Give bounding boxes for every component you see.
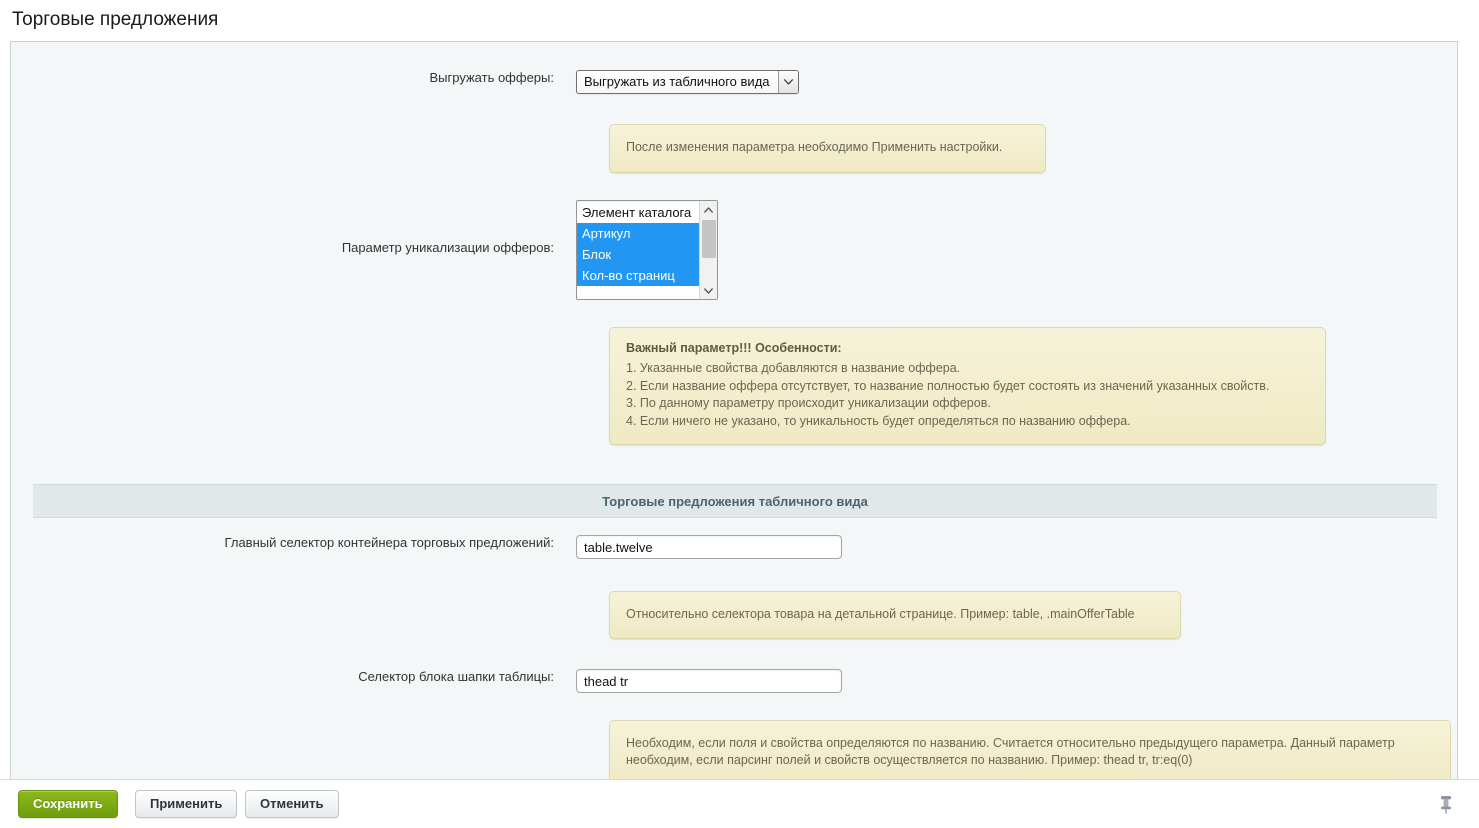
note-main-selector-hint: Относительно селектора товара на детальн… [609,591,1181,639]
unique-param-listbox[interactable]: Элемент каталога Артикул Блок Кол-во стр… [576,200,718,300]
field-row-head-selector: Селектор блока шапки таблицы: [11,669,1457,693]
save-button[interactable]: Сохранить [18,790,118,818]
note-important-parameter: Важный параметр!!! Особенности: 1. Указа… [609,327,1326,445]
label-main-selector: Главный селектор контейнера торговых пре… [224,535,554,550]
control-unique-param: Элемент каталога Артикул Блок Кол-во стр… [576,200,1457,300]
bottom-toolbar: Сохранить Применить Отменить [0,779,1479,828]
control-head-selector [576,669,1457,693]
note-important-item: 4. Если ничего не указано, то уникальнос… [626,413,1131,428]
control-offers-mode: Выгружать из табличного вида [576,70,1457,94]
chevron-down-icon[interactable] [777,71,798,93]
note-main-selector-text: Относительно селектора товара на детальн… [626,607,1135,621]
note-important-item: 3. По данному параметру происходит уника… [626,396,991,410]
note-apply-settings-text: После изменения параметра необходимо При… [626,140,1003,154]
cancel-button[interactable]: Отменить [245,790,339,818]
note-head-selector-hint: Необходим, если поля и свойства определя… [609,720,1451,779]
list-item[interactable]: Артикул [577,223,699,244]
control-main-selector [576,535,1457,559]
listbox-scrollbar[interactable] [699,201,717,299]
note-important-item: 1. Указанные свойства добавляются в назв… [626,361,961,375]
note-head-selector-text: Необходим, если поля и свойства определя… [626,736,1395,767]
note-apply-settings: После изменения параметра необходимо При… [609,124,1046,173]
head-selector-input[interactable] [576,669,842,693]
note-important-title: Важный параметр!!! Особенности: [626,341,842,355]
field-row-main-selector: Главный селектор контейнера торговых пре… [11,535,1457,559]
field-row-offers-mode: Выгружать офферы: Выгружать из табличног… [11,70,1457,94]
note-important-list: 1. Указанные свойства добавляются в назв… [626,360,1309,430]
settings-panel: Выгружать офферы: Выгружать из табличног… [10,41,1458,779]
pushpin-icon[interactable] [1435,792,1457,816]
list-item[interactable]: Блок [577,244,699,265]
list-item[interactable]: Элемент каталога [577,202,699,223]
field-row-unique-param: Параметр уникализации офферов: Элемент к… [11,200,1457,300]
scroll-down-icon[interactable] [700,282,717,299]
scroll-up-icon[interactable] [700,201,717,218]
offers-mode-select-value: Выгружать из табличного вида [584,74,770,89]
apply-button[interactable]: Применить [135,790,238,818]
label-offers-mode: Выгружать офферы: [429,70,554,85]
page-title: Торговые предложения [12,9,219,30]
main-selector-input[interactable] [576,535,842,559]
label-head-selector: Селектор блока шапки таблицы: [358,669,554,684]
label-unique-param: Параметр уникализации офферов: [341,240,554,255]
scrollbar-thumb[interactable] [702,220,716,258]
unique-param-options[interactable]: Элемент каталога Артикул Блок Кол-во стр… [577,201,699,299]
list-item[interactable]: Кол-во страниц [577,265,699,286]
offers-mode-select[interactable]: Выгружать из табличного вида [576,70,799,94]
settings-form: Выгружать офферы: Выгружать из табличног… [11,42,1457,779]
section-header-table-offers: Торговые предложения табличного вида [33,484,1437,518]
note-important-item: 2. Если название оффера отсутствует, то … [626,378,1270,393]
